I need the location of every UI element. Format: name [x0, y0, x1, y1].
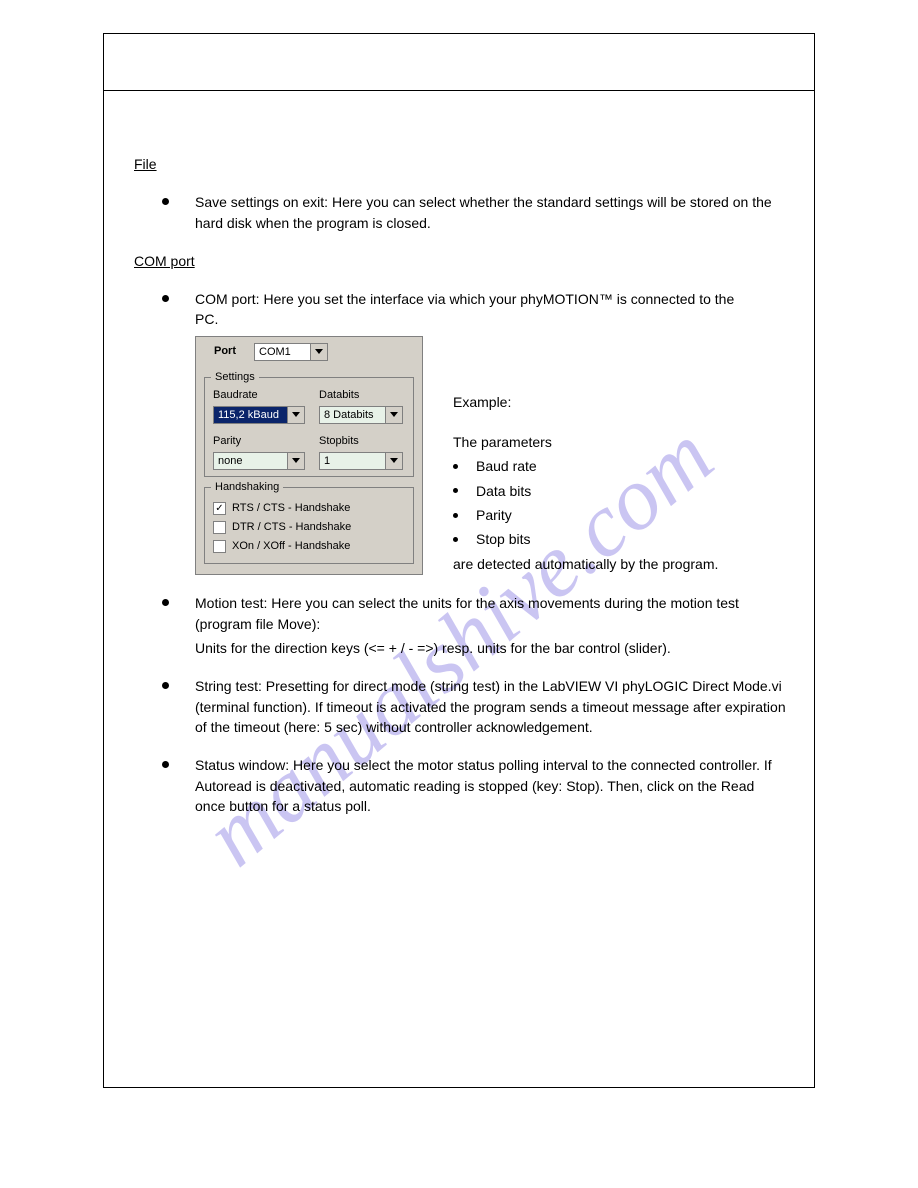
- bullet-save-text: Save settings on exit: Here you can sele…: [195, 192, 786, 233]
- bullet-stringtest-text: String test: Presetting for direct mode …: [195, 676, 786, 737]
- dialog-column: COM port: Here you set the interface via…: [195, 289, 755, 575]
- parity-combobox[interactable]: none: [213, 452, 305, 470]
- xon-checkbox[interactable]: XOn / XOff - Handshake: [213, 539, 405, 555]
- handshaking-groupbox: Handshaking ✓ RTS / CTS - Handshake DTR …: [204, 487, 414, 565]
- bullet-motiontest: Motion test: Here you can select the uni…: [162, 593, 786, 658]
- stopbits-label: Stopbits: [319, 434, 405, 450]
- stopbits-value: 1: [320, 453, 385, 469]
- bullet-stringtest: String test: Presetting for direct mode …: [162, 676, 786, 737]
- param-databits-text: Data bits: [476, 481, 531, 501]
- checkbox-icon: [213, 540, 226, 553]
- com-title: COM port: [134, 251, 195, 271]
- baud-field: Baudrate 115,2 kBaud: [213, 388, 305, 424]
- bullet-dot-icon: [162, 198, 169, 205]
- baud-combobox[interactable]: 115,2 kBaud: [213, 406, 305, 424]
- sideoutro: are detected automatically by the progra…: [453, 554, 755, 574]
- port-row: Port COM1: [196, 337, 422, 367]
- port-combobox[interactable]: COM1: [254, 343, 328, 361]
- port-value: COM1: [255, 344, 310, 360]
- databits-field: Databits 8 Databits: [319, 388, 405, 424]
- settings-group-label: Settings: [211, 370, 259, 386]
- databits-value: 8 Databits: [320, 407, 385, 423]
- dtr-checkbox[interactable]: DTR / CTS - Handshake: [213, 520, 405, 536]
- checkbox-icon: ✓: [213, 502, 226, 515]
- dtr-label: DTR / CTS - Handshake: [232, 520, 351, 536]
- baud-value: 115,2 kBaud: [214, 407, 287, 423]
- parity-label: Parity: [213, 434, 305, 450]
- param-databits: Data bits: [453, 481, 755, 501]
- bullet-dot-icon: [453, 464, 458, 469]
- param-baud-text: Baud rate: [476, 456, 537, 476]
- content: File Save settings on exit: Here you can…: [134, 154, 786, 834]
- parity-field: Parity none: [213, 434, 305, 470]
- bullet-dot-icon: [453, 513, 458, 518]
- checkbox-icon: [213, 521, 226, 534]
- param-stopbits: Stop bits: [453, 529, 755, 549]
- page-frame: File Save settings on exit: Here you can…: [103, 33, 815, 1088]
- settings-groupbox: Settings Baudrate 115,2 kBaud: [204, 377, 414, 477]
- example-text: Example: The parameters Baud rate Data b…: [453, 336, 755, 574]
- example-label: Example:: [453, 392, 755, 412]
- bullet-dot-icon: [162, 599, 169, 606]
- param-baud: Baud rate: [453, 456, 755, 476]
- bullet-save: Save settings on exit: Here you can sele…: [162, 192, 786, 233]
- bullet-comport-text: COM port: Here you set the interface via…: [195, 289, 755, 330]
- param-stopbits-text: Stop bits: [476, 529, 530, 549]
- bullet-dot-icon: [162, 761, 169, 768]
- chevron-down-icon[interactable]: [287, 453, 304, 469]
- file-title: File: [134, 154, 157, 174]
- bullet-dot-icon: [453, 537, 458, 542]
- header-rule: [104, 90, 814, 91]
- chevron-down-icon[interactable]: [385, 407, 402, 423]
- file-section-title: File: [134, 154, 786, 174]
- bullet-dot-icon: [162, 295, 169, 302]
- rts-label: RTS / CTS - Handshake: [232, 501, 350, 517]
- checkmark-icon: ✓: [215, 504, 223, 514]
- stopbits-combobox[interactable]: 1: [319, 452, 403, 470]
- com-section-title: COM port: [134, 251, 786, 271]
- chevron-down-icon[interactable]: [287, 407, 304, 423]
- xon-label: XOn / XOff - Handshake: [232, 539, 350, 555]
- chevron-down-icon[interactable]: [385, 453, 402, 469]
- bullet-dot-icon: [162, 682, 169, 689]
- baud-label: Baudrate: [213, 388, 305, 404]
- stopbits-field: Stopbits 1: [319, 434, 405, 470]
- param-parity-text: Parity: [476, 505, 512, 525]
- bullet-motiontest-text: Motion test: Here you can select the uni…: [195, 593, 786, 634]
- bullet-comport: COM port: Here you set the interface via…: [162, 289, 786, 575]
- parity-value: none: [214, 453, 287, 469]
- bullet-mtkeys-text: Units for the direction keys (<= + / - =…: [195, 638, 786, 658]
- bullet-dot-icon: [453, 488, 458, 493]
- param-parity: Parity: [453, 505, 755, 525]
- com-settings-dialog: Port COM1 Settings: [195, 336, 423, 576]
- sideintro: The parameters: [453, 432, 755, 452]
- port-label: Port: [214, 344, 236, 360]
- rts-checkbox[interactable]: ✓ RTS / CTS - Handshake: [213, 501, 405, 517]
- chevron-down-icon[interactable]: [310, 344, 327, 360]
- bullet-statuswindow-text: Status window: Here you select the motor…: [195, 755, 786, 816]
- databits-combobox[interactable]: 8 Databits: [319, 406, 403, 424]
- bullet-statuswindow: Status window: Here you select the motor…: [162, 755, 786, 816]
- databits-label: Databits: [319, 388, 405, 404]
- handshaking-group-label: Handshaking: [211, 480, 283, 496]
